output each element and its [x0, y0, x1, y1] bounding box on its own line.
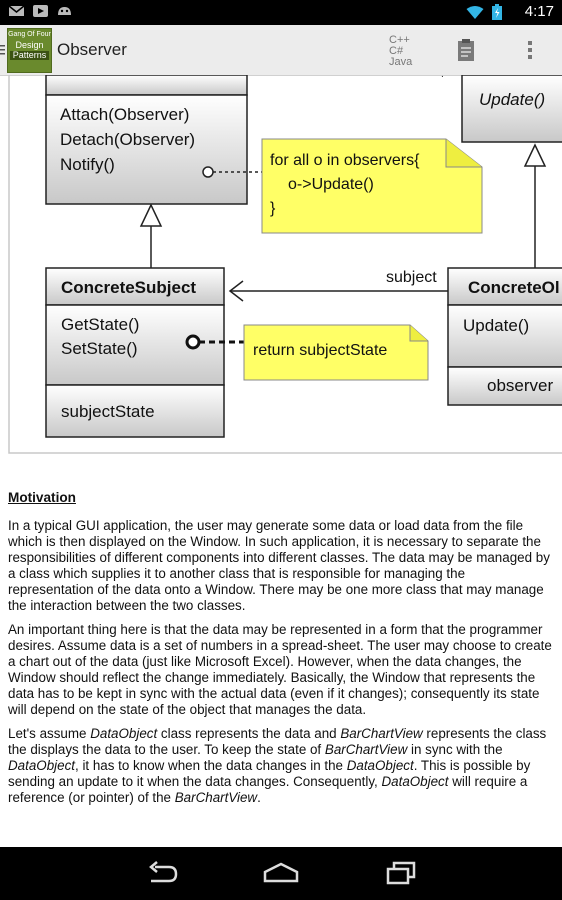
uml-diagram: Attach(Observer) Detach(Observer) Notify…: [0, 69, 562, 455]
svg-text:ConcreteOl: ConcreteOl: [468, 278, 560, 297]
section-heading: Motivation: [8, 490, 76, 505]
page-title: Observer: [57, 40, 127, 59]
article-body: Motivation In a typical GUI application,…: [8, 490, 554, 814]
battery-icon: [492, 4, 502, 25]
getstate-note: return subjectState: [243, 324, 429, 381]
observer-class-box: Update(): [461, 74, 562, 143]
concrete-subject-class-box: ConcreteSubject GetState() SetState() su…: [45, 267, 225, 438]
status-bar: 4:17: [0, 0, 562, 25]
wifi-icon: [466, 5, 484, 25]
svg-text:SetState(): SetState(): [61, 339, 138, 358]
recent-apps-button[interactable]: [386, 861, 416, 890]
drawer-indicator-icon[interactable]: [0, 43, 5, 61]
paragraph: An important thing here is that the data…: [8, 622, 552, 717]
notes-button[interactable]: [434, 25, 498, 75]
gmail-icon: [8, 4, 25, 23]
app-icon-label: Gang Of Four: [8, 31, 51, 38]
app-icon[interactable]: Gang Of Four Design Patterns: [7, 28, 52, 73]
svg-text:.: .: [441, 75, 444, 80]
home-icon: [263, 862, 299, 883]
app-icon-label: Patterns: [10, 51, 49, 60]
svg-text:Attach(Observer): Attach(Observer): [60, 105, 189, 124]
svg-text:GetState(): GetState(): [61, 315, 139, 334]
android-icon: [56, 4, 73, 23]
svg-text:observer: observer: [487, 376, 553, 395]
app-icon-label: Design: [15, 40, 44, 50]
svg-text:Update(): Update(): [479, 90, 545, 109]
svg-text:ConcreteSubject: ConcreteSubject: [61, 278, 196, 297]
subject-class-box: Attach(Observer) Detach(Observer) Notify…: [45, 74, 248, 205]
navigation-bar: [0, 847, 562, 900]
svg-text:subjectState: subjectState: [61, 402, 155, 421]
action-bar: Gang Of Four Design Patterns Observer C+…: [0, 25, 562, 76]
back-icon: [149, 861, 178, 883]
svg-text:for all o in observers{: for all o in observers{: [270, 152, 420, 169]
concrete-observer-class-box: ConcreteOl Update() observer: [447, 267, 562, 406]
back-button[interactable]: [145, 861, 179, 890]
clock: 4:17: [524, 3, 554, 20]
svg-text:subject: subject: [386, 269, 437, 286]
svg-text:o->Update(): o->Update(): [288, 176, 374, 193]
paragraph: Let's assume DataObject class represents…: [8, 726, 547, 805]
overflow-menu-button[interactable]: [498, 25, 562, 75]
svg-text:Detach(Observer): Detach(Observer): [60, 130, 195, 149]
svg-text:Notify(): Notify(): [60, 155, 115, 174]
svg-text:Java: Java: [389, 56, 413, 67]
notify-note: for all o in observers{ o->Update() }: [261, 138, 483, 234]
svg-text:}: }: [270, 200, 276, 217]
paragraph: In a typical GUI application, the user m…: [8, 518, 550, 613]
language-select-button[interactable]: C++ C# Java: [370, 25, 434, 75]
svg-text:Update(): Update(): [463, 316, 529, 335]
youtube-icon: [32, 4, 49, 23]
clipboard-icon: [458, 39, 474, 61]
code-language-icon: C++ C# Java: [389, 34, 413, 67]
svg-text:return subjectState: return subjectState: [253, 342, 387, 359]
overflow-menu-icon: [528, 41, 532, 59]
recent-apps-icon: [386, 861, 416, 885]
home-button[interactable]: [263, 861, 299, 890]
